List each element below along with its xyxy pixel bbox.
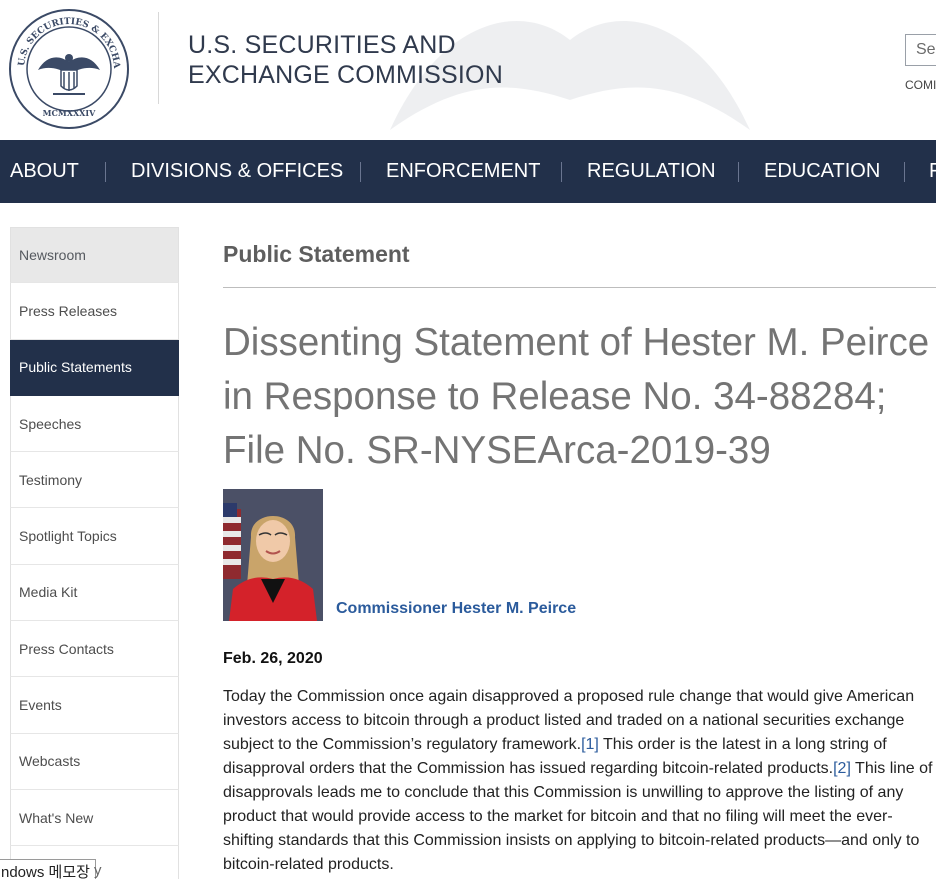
nav-enforcement[interactable]: ENFORCEMENT	[386, 140, 540, 203]
nav-item-truncated[interactable]: F	[929, 140, 936, 203]
sidebar-item-press-contacts[interactable]: Press Contacts	[10, 621, 179, 678]
newsroom-sidebar: Newsroom Press Releases Public Statement…	[10, 227, 179, 879]
sidebar-item-public-statements[interactable]: Public Statements	[10, 339, 179, 396]
sidebar-item-testimony[interactable]: Testimony	[10, 452, 179, 509]
commission-link[interactable]: COMI	[905, 78, 936, 92]
taskbar-tail-text: y	[94, 862, 102, 879]
publication-date: Feb. 26, 2020	[223, 650, 323, 667]
statement-body: Today the Commission once again disappro…	[223, 685, 936, 877]
sidebar-item-webcasts[interactable]: Webcasts	[10, 733, 179, 790]
svg-text:MCMXXXIV: MCMXXXIV	[43, 108, 96, 118]
nav-separator	[105, 162, 106, 182]
taskbar-notepad-button[interactable]: ndows 메모장	[0, 859, 96, 879]
nav-regulation[interactable]: REGULATION	[587, 140, 716, 203]
header-divider	[158, 12, 159, 104]
sidebar-item-media-kit[interactable]: Media Kit	[10, 564, 179, 622]
agency-name[interactable]: U.S. SECURITIES AND EXCHANGE COMMISSION	[188, 30, 503, 90]
page-title: Dissenting Statement of Hester M. Peirce…	[223, 321, 930, 472]
nav-divisions-offices[interactable]: DIVISIONS & OFFICES	[131, 140, 343, 203]
sec-seal-logo[interactable]: U.S. SECURITIES & EXCHANGE COMMISSION MC…	[8, 8, 130, 130]
sidebar-item-press-releases[interactable]: Press Releases	[10, 283, 179, 340]
site-header: U.S. SECURITIES & EXCHANGE COMMISSION MC…	[0, 0, 936, 140]
search-input[interactable]: Se	[905, 34, 936, 66]
nav-separator	[360, 162, 361, 182]
sidebar-item-newsroom[interactable]: Newsroom	[10, 227, 179, 284]
section-title: Public Statement	[223, 241, 410, 267]
nav-separator	[904, 162, 905, 182]
sidebar-item-spotlight-topics[interactable]: Spotlight Topics	[10, 508, 179, 565]
nav-education[interactable]: EDUCATION	[764, 140, 880, 203]
author-photo	[223, 489, 323, 621]
sidebar-item-whats-new[interactable]: What's New	[10, 789, 179, 847]
sidebar-item-events[interactable]: Events	[10, 677, 179, 734]
author-link[interactable]: Commissioner Hester M. Peirce	[336, 600, 576, 618]
nav-about[interactable]: ABOUT	[10, 140, 79, 203]
nav-separator	[738, 162, 739, 182]
nav-separator	[561, 162, 562, 182]
main-nav: ABOUT DIVISIONS & OFFICES ENFORCEMENT RE…	[0, 140, 936, 203]
agency-name-line1: U.S. SECURITIES AND	[188, 31, 456, 59]
footnote-link-1[interactable]: [1]	[581, 736, 599, 753]
section-divider	[223, 287, 936, 288]
agency-name-line2: EXCHANGE COMMISSION	[188, 61, 503, 89]
author-portrait-image	[223, 489, 323, 621]
sidebar-item-speeches[interactable]: Speeches	[10, 395, 179, 453]
footnote-link-2[interactable]: [2]	[833, 760, 851, 777]
